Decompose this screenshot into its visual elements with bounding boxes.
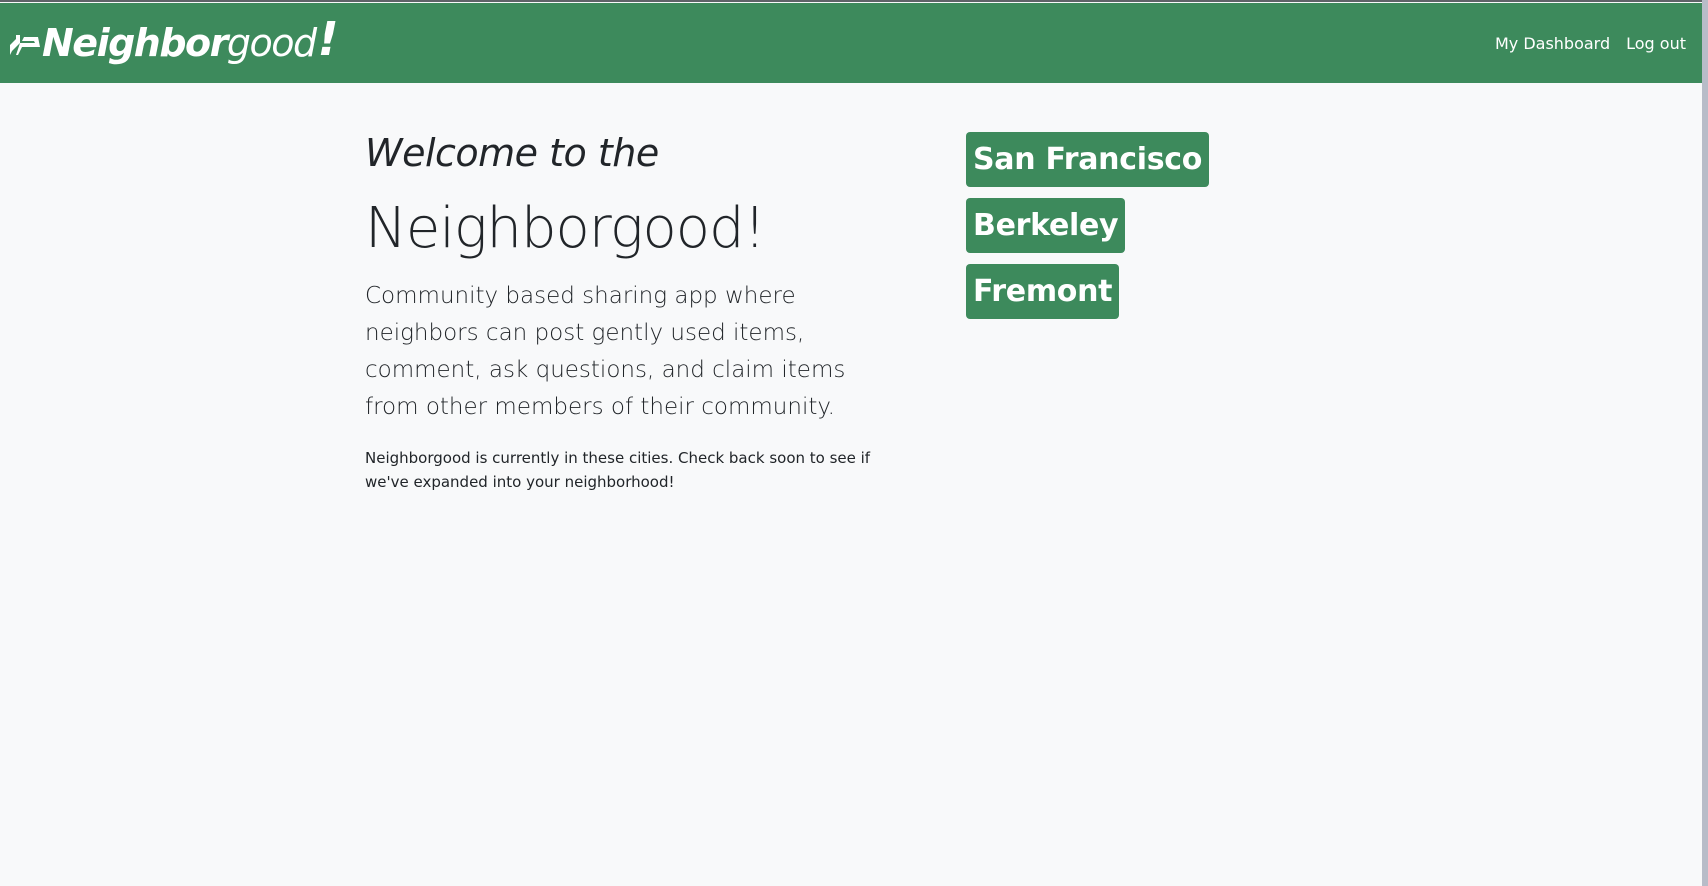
city-button-berkeley[interactable]: Berkeley	[966, 198, 1126, 253]
house-logo-icon	[10, 35, 40, 55]
browser-top-border	[0, 0, 1702, 2]
lead-description: Community based sharing app where neighb…	[365, 282, 846, 420]
my-dashboard-link[interactable]: My Dashboard	[1487, 34, 1618, 53]
brand-name-light: good	[226, 21, 317, 65]
brand-logo[interactable]: Neighbor good !	[6, 3, 339, 83]
main-content: Welcome to the Neighborgood! Community b…	[0, 83, 1702, 886]
city-button-fremont[interactable]: Fremont	[966, 264, 1120, 319]
city-list: San Francisco Berkeley Fremont	[966, 132, 1210, 330]
cities-note: Neighborgood is currently in these citie…	[365, 448, 871, 491]
window-right-edge	[1702, 0, 1708, 886]
city-button-san-francisco[interactable]: San Francisco	[966, 132, 1210, 187]
log-out-link[interactable]: Log out	[1618, 34, 1694, 53]
page-title: Neighborgood!	[365, 195, 766, 261]
nav-links: My Dashboard Log out	[1487, 34, 1694, 53]
brand-name-strong: Neighbor	[42, 21, 228, 65]
brand-exclaim: !	[317, 12, 339, 66]
navbar: Neighbor good ! My Dashboard Log out	[0, 3, 1702, 83]
welcome-heading: Welcome to the	[365, 131, 659, 175]
intro-section: Welcome to the Neighborgood! Community b…	[365, 131, 905, 494]
